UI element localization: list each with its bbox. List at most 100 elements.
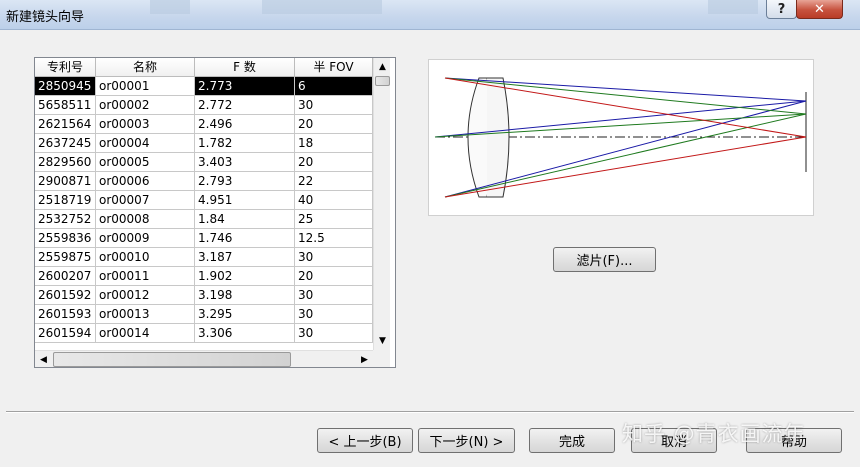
cell-f-number: 3.306 bbox=[195, 324, 295, 343]
cell-name: or00009 bbox=[96, 229, 195, 248]
cell-half-fov: 30 bbox=[295, 286, 373, 305]
lens-list-view[interactable]: 专利号 名称 F 数 半 FOV 2850945 or00001 2.773 6 565… bbox=[34, 57, 396, 368]
cell-half-fov: 22 bbox=[295, 172, 373, 191]
cell-name: or00013 bbox=[96, 305, 195, 324]
cell-f-number: 3.187 bbox=[195, 248, 295, 267]
cell-patent-no: 2559875 bbox=[35, 248, 96, 267]
cell-patent-no: 2518719 bbox=[35, 191, 96, 210]
cell-name: or00006 bbox=[96, 172, 195, 191]
cell-half-fov: 30 bbox=[295, 324, 373, 343]
next-button[interactable]: 下一步(N) > bbox=[418, 428, 515, 453]
cell-name: or00012 bbox=[96, 286, 195, 305]
lens-ray-diagram bbox=[428, 59, 814, 216]
close-icon: ✕ bbox=[814, 1, 825, 17]
lens-element-rear bbox=[487, 77, 510, 198]
horizontal-scrollbar[interactable]: ◀ ▶ bbox=[35, 350, 373, 367]
cell-patent-no: 2601594 bbox=[35, 324, 96, 343]
wizard-client-area: 专利号 名称 F 数 半 FOV 2850945 or00001 2.773 6 565… bbox=[6, 30, 854, 467]
table-row[interactable]: 2518719 or00007 4.951 40 bbox=[35, 191, 373, 210]
cell-half-fov: 12.5 bbox=[295, 229, 373, 248]
table-row[interactable]: 2601594 or00014 3.306 30 bbox=[35, 324, 373, 343]
lens-ray-svg bbox=[434, 77, 807, 198]
cell-f-number: 2.793 bbox=[195, 172, 295, 191]
cancel-button[interactable]: 取消 bbox=[631, 428, 717, 453]
vertical-scrollbar[interactable]: ▲ ▼ bbox=[373, 58, 390, 350]
cell-half-fov: 30 bbox=[295, 305, 373, 324]
cell-name: or00005 bbox=[96, 153, 195, 172]
cell-f-number: 2.496 bbox=[195, 115, 295, 134]
cell-f-number: 3.295 bbox=[195, 305, 295, 324]
cell-half-fov: 25 bbox=[295, 210, 373, 229]
table-row[interactable]: 2637245 or00004 1.782 18 bbox=[35, 134, 373, 153]
background-ghost bbox=[150, 0, 190, 14]
cell-half-fov: 30 bbox=[295, 96, 373, 115]
title-close-button[interactable]: ✕ bbox=[796, 0, 843, 19]
help-button[interactable]: 帮助 bbox=[746, 428, 842, 453]
title-bar: 新建镜头向导 ? ✕ bbox=[0, 0, 860, 30]
table-row[interactable]: 2850945 or00001 2.773 6 bbox=[35, 77, 373, 96]
table-row[interactable]: 2559836 or00009 1.746 12.5 bbox=[35, 229, 373, 248]
cell-name: or00003 bbox=[96, 115, 195, 134]
cell-patent-no: 2900871 bbox=[35, 172, 96, 191]
scroll-down-icon[interactable]: ▼ bbox=[374, 332, 391, 349]
table-row[interactable]: 2601593 or00013 3.295 30 bbox=[35, 305, 373, 324]
horizontal-scroll-thumb[interactable] bbox=[53, 352, 291, 367]
cell-half-fov: 40 bbox=[295, 191, 373, 210]
title-help-button[interactable]: ? bbox=[766, 0, 797, 19]
cell-patent-no: 2850945 bbox=[35, 77, 96, 96]
table-row[interactable]: 2532752 or00008 1.84 25 bbox=[35, 210, 373, 229]
cell-patent-no: 2621564 bbox=[35, 115, 96, 134]
cell-patent-no: 2600207 bbox=[35, 267, 96, 286]
scroll-left-icon[interactable]: ◀ bbox=[35, 351, 52, 367]
column-header-patent-no[interactable]: 专利号 bbox=[35, 58, 96, 77]
cell-half-fov: 20 bbox=[295, 153, 373, 172]
cell-name: or00008 bbox=[96, 210, 195, 229]
cell-f-number: 3.403 bbox=[195, 153, 295, 172]
background-ghost bbox=[708, 0, 758, 14]
cell-f-number: 2.773 bbox=[195, 77, 295, 96]
finish-button[interactable]: 完成 bbox=[529, 428, 615, 453]
table-row[interactable]: 2829560 or00005 3.403 20 bbox=[35, 153, 373, 172]
window-title: 新建镜头向导 bbox=[6, 10, 85, 25]
cell-half-fov: 6 bbox=[295, 77, 373, 96]
scroll-right-icon[interactable]: ▶ bbox=[356, 351, 373, 367]
cell-name: or00002 bbox=[96, 96, 195, 115]
cell-f-number: 3.198 bbox=[195, 286, 295, 305]
list-body: 2850945 or00001 2.773 6 5658511 or00002 2.772 3… bbox=[35, 77, 373, 343]
cell-f-number: 1.782 bbox=[195, 134, 295, 153]
list-header: 专利号 名称 F 数 半 FOV bbox=[35, 58, 373, 77]
cell-patent-no: 2829560 bbox=[35, 153, 96, 172]
cell-half-fov: 20 bbox=[295, 115, 373, 134]
back-button[interactable]: < 上一步(B) bbox=[317, 428, 413, 453]
cell-f-number: 1.746 bbox=[195, 229, 295, 248]
background-ghost bbox=[262, 0, 382, 14]
cell-half-fov: 18 bbox=[295, 134, 373, 153]
cell-patent-no: 2601592 bbox=[35, 286, 96, 305]
cell-name: or00001 bbox=[96, 77, 195, 96]
cell-f-number: 1.902 bbox=[195, 267, 295, 286]
table-row[interactable]: 2601592 or00012 3.198 30 bbox=[35, 286, 373, 305]
cell-patent-no: 2637245 bbox=[35, 134, 96, 153]
cell-patent-no: 5658511 bbox=[35, 96, 96, 115]
table-row[interactable]: 2600207 or00011 1.902 20 bbox=[35, 267, 373, 286]
column-header-f-number[interactable]: F 数 bbox=[195, 58, 295, 77]
button-separator bbox=[6, 411, 854, 413]
cell-patent-no: 2559836 bbox=[35, 229, 96, 248]
cell-name: or00010 bbox=[96, 248, 195, 267]
cell-half-fov: 20 bbox=[295, 267, 373, 286]
column-header-name[interactable]: 名称 bbox=[96, 58, 195, 77]
cell-patent-no: 2532752 bbox=[35, 210, 96, 229]
table-row[interactable]: 5658511 or00002 2.772 30 bbox=[35, 96, 373, 115]
column-header-half-fov[interactable]: 半 FOV bbox=[295, 58, 373, 77]
cell-f-number: 2.772 bbox=[195, 96, 295, 115]
cell-f-number: 4.951 bbox=[195, 191, 295, 210]
scrollbar-corner bbox=[373, 350, 390, 367]
filter-button[interactable]: 滤片(F)... bbox=[553, 247, 656, 272]
vertical-scroll-thumb[interactable] bbox=[375, 76, 390, 86]
table-row[interactable]: 2559875 or00010 3.187 30 bbox=[35, 248, 373, 267]
table-row[interactable]: 2900871 or00006 2.793 22 bbox=[35, 172, 373, 191]
cell-half-fov: 30 bbox=[295, 248, 373, 267]
table-row[interactable]: 2621564 or00003 2.496 20 bbox=[35, 115, 373, 134]
scroll-up-icon[interactable]: ▲ bbox=[374, 58, 391, 75]
cell-f-number: 1.84 bbox=[195, 210, 295, 229]
